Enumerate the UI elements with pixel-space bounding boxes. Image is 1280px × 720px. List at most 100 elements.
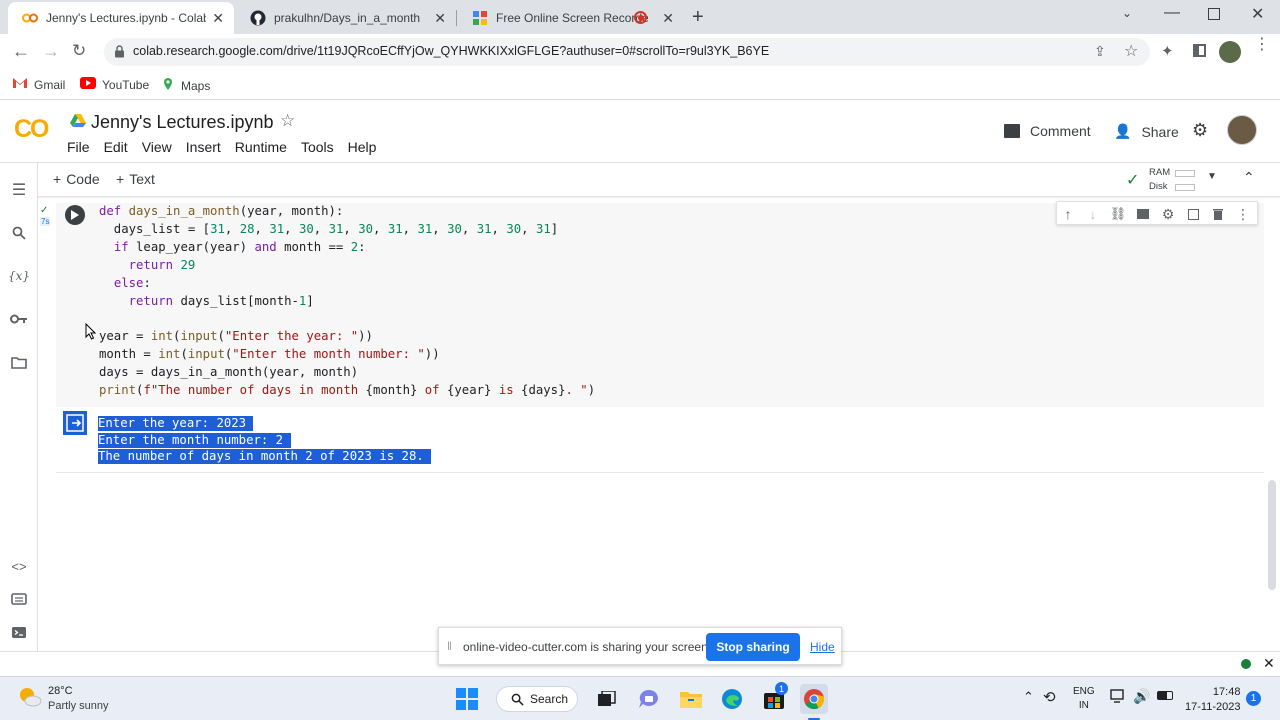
tab-colab[interactable]: Jenny's Lectures.ipynb - Colabora ✕ xyxy=(8,2,234,34)
profile-avatar[interactable] xyxy=(1219,41,1241,63)
command-palette-icon[interactable] xyxy=(10,590,28,608)
cell-settings-icon[interactable]: ⚙ xyxy=(1160,206,1176,222)
clock-time: 17:48 xyxy=(1212,686,1241,698)
tab-search-icon[interactable]: ⌄ xyxy=(1122,6,1132,20)
restore-icon[interactable] xyxy=(1208,8,1220,20)
menu-file[interactable]: File xyxy=(67,139,90,155)
colab-logo[interactable]: CO xyxy=(14,115,49,144)
cell-toolbar: ↑ ↓ ⛓ ⚙ ⋮ xyxy=(1056,201,1258,225)
colab-header: CO Jenny's Lectures.ipynb ☆ File Edit Vi… xyxy=(0,101,1280,163)
clock[interactable]: 17:48 17-11-2023 xyxy=(1185,685,1240,715)
back-icon[interactable]: ← xyxy=(12,41,30,62)
output-line: The number of days in month 2 of 2023 is… xyxy=(98,449,432,464)
code-editor[interactable]: def days_in_a_month(year, month): days_l… xyxy=(99,203,595,400)
search-icon[interactable] xyxy=(10,224,28,242)
side-panel-icon[interactable] xyxy=(1193,44,1206,57)
search-label: Search xyxy=(530,692,569,706)
battery-icon[interactable] xyxy=(1157,691,1173,700)
minimize-icon[interactable]: — xyxy=(1164,4,1180,22)
recorder-icon xyxy=(472,10,488,26)
close-window-icon[interactable]: ✕ xyxy=(1251,4,1264,24)
link-icon[interactable]: ⛓ xyxy=(1110,206,1127,222)
notebook-title[interactable]: Jenny's Lectures.ipynb xyxy=(91,112,274,133)
output-actions-icon[interactable] xyxy=(63,411,87,435)
code-snippets-icon[interactable]: <> xyxy=(10,557,28,575)
scrollbar-thumb[interactable] xyxy=(1268,480,1276,590)
hide-link[interactable]: Hide xyxy=(810,640,835,654)
add-code-button[interactable]: + Code xyxy=(53,171,100,187)
move-down-icon[interactable]: ↓ xyxy=(1085,206,1101,222)
file-explorer-icon[interactable] xyxy=(678,686,704,712)
secrets-key-icon[interactable] xyxy=(10,310,28,328)
run-cell-button[interactable] xyxy=(65,205,85,225)
bookmark-star-icon[interactable]: ☆ xyxy=(1124,41,1138,61)
drag-handle-icon[interactable]: ‖ xyxy=(447,639,452,653)
move-up-icon[interactable]: ↑ xyxy=(1060,206,1076,222)
task-view-icon[interactable] xyxy=(594,686,620,712)
close-tab-icon[interactable]: ✕ xyxy=(662,10,674,27)
add-text-button[interactable]: + Text xyxy=(116,171,155,187)
taskbar-search-box[interactable]: Search xyxy=(496,686,578,712)
runtime-dropdown-icon[interactable]: ▼ xyxy=(1207,171,1217,182)
start-windows-icon[interactable] xyxy=(454,686,480,712)
sync-icon[interactable]: ⟲ xyxy=(1043,688,1056,706)
language-indicator[interactable]: ENG IN xyxy=(1073,685,1095,713)
close-status-icon[interactable]: ✕ xyxy=(1263,655,1275,672)
browser-menu-icon[interactable]: ⋮ xyxy=(1254,37,1270,53)
menu-help[interactable]: Help xyxy=(348,139,377,155)
weather-temp: 28°C xyxy=(48,685,73,697)
new-tab-icon[interactable]: + xyxy=(692,6,704,29)
close-tab-icon[interactable]: ✕ xyxy=(212,10,224,27)
weather-icon[interactable] xyxy=(18,686,42,713)
bookmark-gmail[interactable]: Gmail xyxy=(12,77,65,92)
tab-recorder[interactable]: Free Online Screen Recorder ✕ xyxy=(458,2,684,34)
teams-chat-icon[interactable] xyxy=(636,686,662,712)
chrome-icon[interactable] xyxy=(800,684,828,714)
volume-icon[interactable]: 🔊 xyxy=(1133,688,1150,705)
add-text-label: Text xyxy=(129,171,155,187)
files-folder-icon[interactable] xyxy=(10,353,28,371)
reload-icon[interactable]: ↻ xyxy=(72,41,86,61)
executed-check-icon: ✓ xyxy=(40,205,49,216)
settings-gear-icon[interactable]: ⚙ xyxy=(1192,120,1208,141)
close-tab-icon[interactable]: ✕ xyxy=(434,10,446,27)
star-icon[interactable]: ☆ xyxy=(280,111,295,131)
tab-github[interactable]: prakulhn/Days_in_a_month ✕ xyxy=(236,2,456,34)
stop-sharing-button[interactable]: Stop sharing xyxy=(706,633,800,661)
bookmark-youtube[interactable]: YouTube xyxy=(80,77,149,92)
forward-icon[interactable]: → xyxy=(42,41,60,62)
variables-icon[interactable]: {x} xyxy=(8,267,30,285)
table-of-contents-icon[interactable]: ☰ xyxy=(10,181,28,199)
edge-browser-icon[interactable] xyxy=(719,686,745,712)
address-bar[interactable]: colab.research.google.com/drive/1t19JQRc… xyxy=(104,38,1150,66)
bookmark-maps[interactable]: Maps xyxy=(161,77,210,94)
menu-runtime[interactable]: Runtime xyxy=(235,139,287,155)
share-button[interactable]: 👤 Share xyxy=(1114,123,1179,140)
terminal-icon[interactable] xyxy=(10,623,28,641)
display-icon[interactable] xyxy=(1110,689,1126,708)
code-line: month = int(input("Enter the month numbe… xyxy=(99,347,440,362)
play-icon xyxy=(71,210,79,220)
menu-tools[interactable]: Tools xyxy=(301,139,334,155)
user-avatar[interactable] xyxy=(1227,115,1257,145)
comment-icon[interactable] xyxy=(1135,206,1151,222)
notification-badge[interactable]: 1 xyxy=(1246,691,1261,706)
tab-title: Jenny's Lectures.ipynb - Colabora xyxy=(46,11,206,25)
menu-insert[interactable]: Insert xyxy=(186,139,221,155)
resources-indicator[interactable]: RAM Disk xyxy=(1149,166,1195,194)
share-page-icon[interactable]: ⇪ xyxy=(1094,43,1106,60)
open-tab-icon[interactable] xyxy=(1185,206,1201,222)
menu-edit[interactable]: Edit xyxy=(104,139,128,155)
windows-taskbar: 28°C Partly sunny Search 1 ⌃ ⟲ ENG IN 🔊 … xyxy=(0,676,1280,720)
collapse-header-icon[interactable]: ⌃ xyxy=(1243,169,1255,186)
menu-view[interactable]: View xyxy=(142,139,172,155)
weather-desc: Partly sunny xyxy=(48,700,109,712)
comment-label: Comment xyxy=(1030,123,1091,139)
extensions-icon[interactable]: ✦ xyxy=(1161,42,1174,60)
lang-bottom: IN xyxy=(1078,700,1089,711)
comment-icon xyxy=(1004,124,1020,138)
show-hidden-icons-icon[interactable]: ⌃ xyxy=(1023,689,1034,705)
more-options-icon[interactable]: ⋮ xyxy=(1235,206,1251,222)
comment-button[interactable]: Comment xyxy=(1004,123,1091,139)
delete-icon[interactable] xyxy=(1210,206,1226,222)
